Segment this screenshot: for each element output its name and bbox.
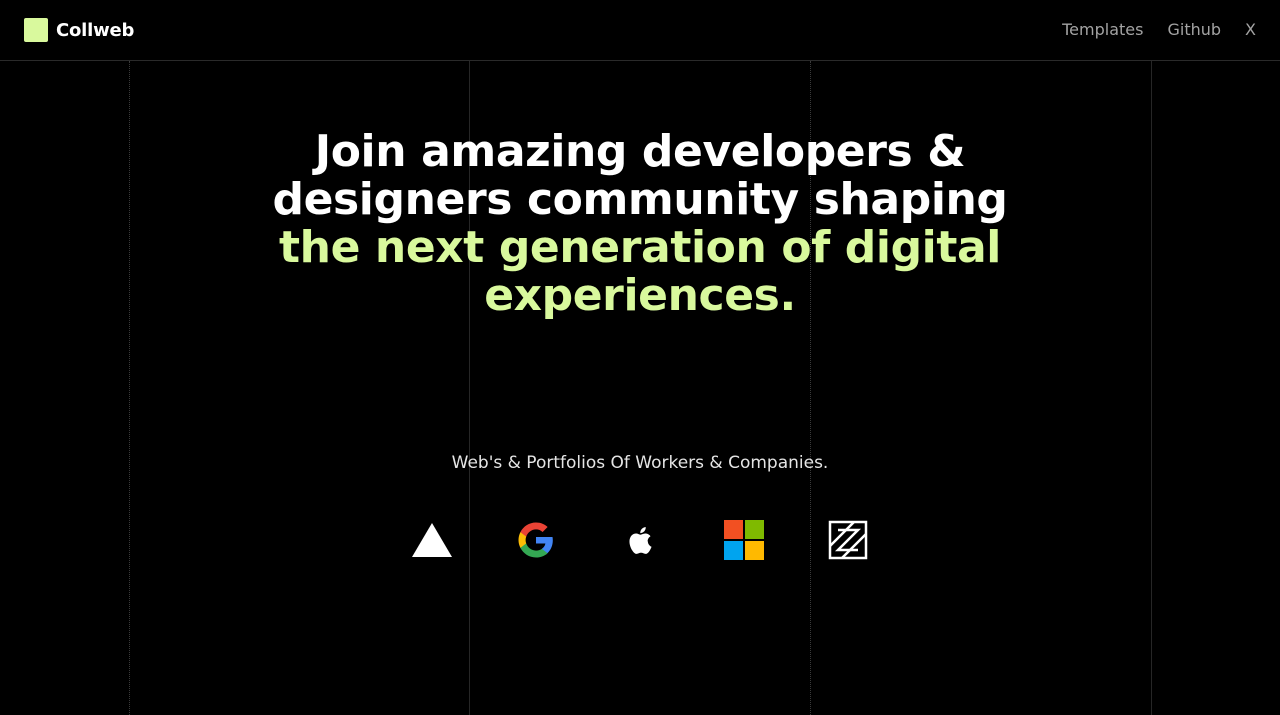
grid-line (129, 61, 130, 715)
showcase-subtitle: Web's & Portfolios Of Workers & Companie… (451, 453, 829, 473)
google-g-icon[interactable] (516, 520, 556, 560)
top-header: Collweb Templates Github X (0, 0, 1280, 61)
nav-link-x[interactable]: X (1245, 20, 1256, 40)
nav-link-templates[interactable]: Templates (1062, 20, 1143, 40)
top-nav: Templates Github X (1038, 20, 1256, 40)
hero-line: Join amazing developers & (314, 126, 966, 177)
zeplin-z-icon[interactable] (828, 520, 868, 560)
apple-icon[interactable] (620, 520, 660, 560)
nav-link-github[interactable]: Github (1167, 20, 1221, 40)
brand-logo[interactable]: Collweb (24, 18, 134, 42)
hero-highlight-line: the next generation of digital (279, 222, 1001, 273)
square-logo-icon (24, 18, 48, 42)
page: Collweb Templates Github X Join amazing … (0, 0, 1280, 715)
vercel-triangle-icon[interactable] (412, 520, 452, 560)
grid-line (1151, 61, 1152, 715)
company-logos (412, 520, 868, 560)
brand-name: Collweb (56, 19, 135, 41)
hero-heading: Join amazing developers & designers comm… (200, 128, 1080, 320)
microsoft-icon[interactable] (724, 520, 764, 560)
hero-highlight-line: experiences. (484, 270, 796, 321)
hero-line: designers community shaping (272, 174, 1008, 225)
